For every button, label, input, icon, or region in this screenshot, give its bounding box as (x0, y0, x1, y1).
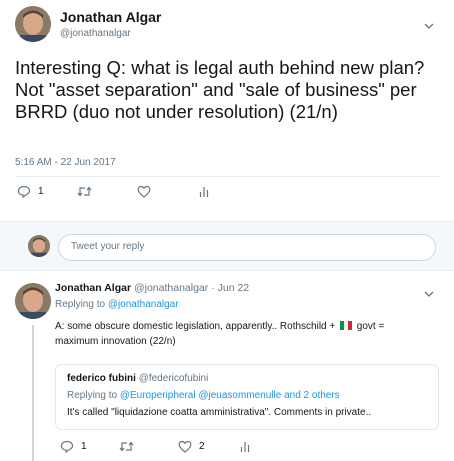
reply-text-before-flag: A: some obscure domestic legislation, ap… (55, 321, 336, 332)
quoted-tweet[interactable]: federico fubini @federicofubini Replying… (55, 364, 439, 430)
quoted-replying-to: Replying to @Europeripheral @jeuasommenu… (67, 390, 427, 401)
quoted-replying-to-link: @Europeripheral @jeuasommenulle and 2 ot… (119, 390, 340, 401)
quoted-author-handle: @federicofubini (138, 373, 209, 384)
current-user-avatar (28, 235, 50, 257)
quoted-text: It's called "liquidazione coatta amminis… (67, 407, 372, 418)
analytics-icon (240, 442, 250, 452)
like-button[interactable]: 2 (178, 440, 205, 453)
retweet-button[interactable] (77, 186, 92, 197)
tweet-text: Interesting Q: what is legal auth behind… (15, 57, 425, 122)
quoted-header: federico fubini @federicofubini (67, 373, 427, 384)
replying-to-link[interactable]: @jonathanalgar (108, 299, 179, 310)
quoted-author-name: federico fubini (67, 373, 136, 384)
retweet-button[interactable] (119, 441, 134, 452)
separator-dot: · (211, 282, 215, 294)
chevron-down-icon[interactable] (424, 17, 434, 35)
reply-button[interactable]: 1 (17, 185, 44, 198)
divider (15, 176, 440, 177)
italy-flag-icon (340, 321, 353, 333)
like-count: 2 (199, 441, 205, 452)
heart-icon (178, 440, 192, 453)
tweet-timestamp[interactable]: 5:16 AM - 22 Jun 2017 (15, 157, 116, 168)
reply-author-name[interactable]: Jonathan Algar (55, 282, 131, 294)
analytics-button[interactable] (240, 441, 250, 453)
reply-header: Jonathan Algar @jonathanalgar · Jun 22 (55, 282, 249, 294)
author-name[interactable]: Jonathan Algar (60, 9, 161, 25)
reply-input[interactable]: Tweet your reply (58, 234, 436, 261)
reply-date[interactable]: Jun 22 (218, 282, 250, 294)
chevron-down-icon[interactable] (424, 285, 434, 303)
thread-line (32, 325, 34, 461)
analytics-button[interactable] (199, 186, 209, 198)
reply-text-after-flag: govt = (356, 321, 385, 332)
reply-author-handle[interactable]: @jonathanalgar (134, 282, 208, 294)
quoted-replying-prefix: Replying to (67, 390, 118, 401)
reply-icon (17, 185, 31, 198)
author-avatar[interactable] (15, 6, 51, 42)
retweet-icon (119, 441, 134, 452)
reply-bar: Tweet your reply (0, 221, 454, 271)
avatar-image (15, 283, 51, 319)
retweet-icon (77, 186, 92, 197)
author-handle[interactable]: @jonathanalgar (60, 28, 131, 39)
heart-icon (137, 185, 151, 198)
reply-text-line2: maximum innovation (22/n) (55, 336, 176, 347)
replying-to: Replying to @jonathanalgar (55, 299, 179, 310)
reply-author-avatar[interactable] (15, 283, 51, 319)
avatar-image (28, 235, 50, 257)
analytics-icon (199, 187, 209, 197)
reply-icon (60, 440, 74, 453)
like-button[interactable] (137, 185, 151, 198)
reply-count: 1 (81, 441, 87, 452)
replying-prefix: Replying to (55, 299, 106, 310)
reply-count: 1 (38, 186, 44, 197)
avatar-image (15, 6, 51, 42)
reply-button[interactable]: 1 (60, 440, 87, 453)
reply-text-line1: A: some obscure domestic legislation, ap… (55, 321, 384, 333)
